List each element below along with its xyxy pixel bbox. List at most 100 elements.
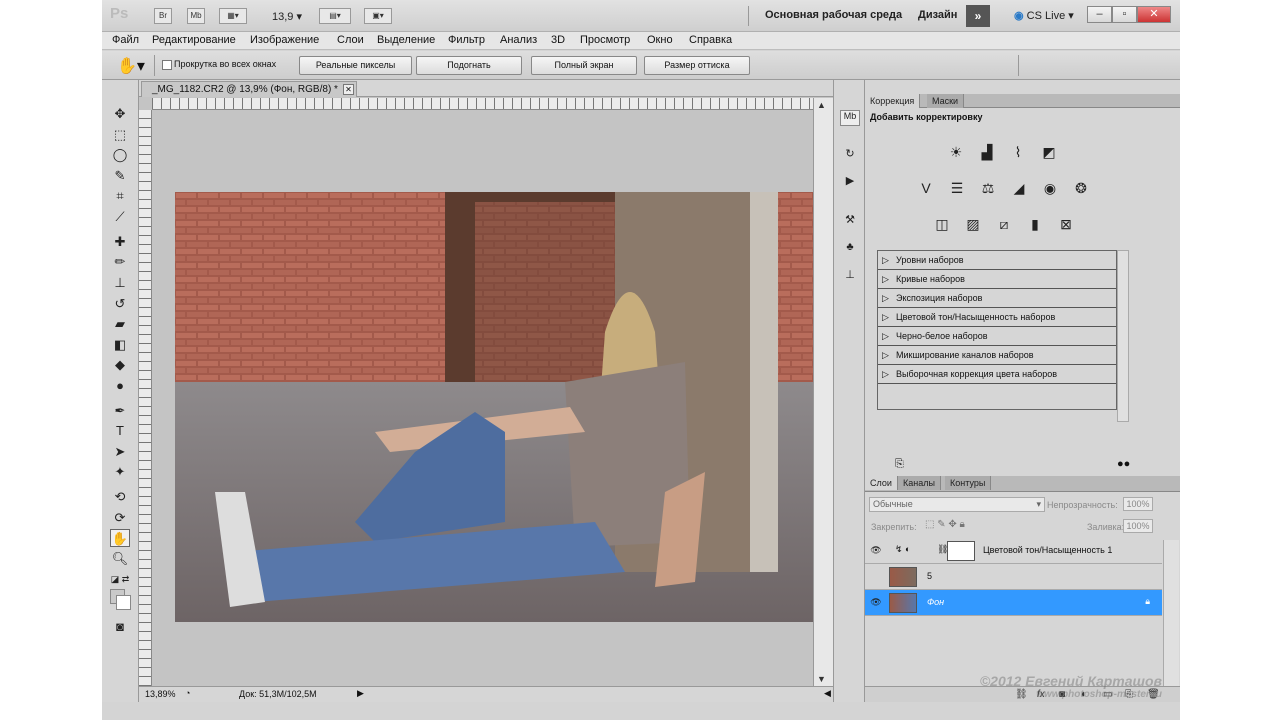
fill-screen-button[interactable]: Полный экран — [531, 56, 637, 75]
opacity-field[interactable]: 100% — [1123, 497, 1153, 511]
menu-file[interactable]: Файл — [112, 34, 139, 46]
scroll-up-icon[interactable]: ▲ — [817, 100, 826, 110]
background-color-swatch[interactable] — [116, 595, 131, 610]
history-brush-tool-icon[interactable]: ↺ — [110, 295, 130, 313]
layer-row-5[interactable]: 5 — [865, 564, 1162, 590]
lock-icons[interactable]: ⬚ ✎ ✥ 🔒︎ — [925, 519, 965, 530]
tab-layers[interactable]: Слои — [865, 476, 898, 490]
history-icon[interactable]: ↻ — [840, 147, 860, 163]
preset-channel-mixer[interactable]: Микширование каналов наборов — [878, 346, 1116, 365]
fill-field[interactable]: 100% — [1123, 519, 1153, 533]
menu-select[interactable]: Выделение — [377, 34, 435, 46]
tool-presets-icon[interactable]: ⚒ — [840, 213, 860, 229]
tab-channels[interactable]: Каналы — [898, 476, 941, 490]
scroll-all-windows-checkbox[interactable] — [162, 60, 172, 70]
minibridge-button[interactable]: Mb — [187, 8, 205, 24]
zoom-level[interactable]: 13,9 ▾ — [272, 10, 302, 23]
pen-tool-icon[interactable]: ✒ — [110, 402, 130, 420]
gradient-tool-icon[interactable]: ◧ — [110, 336, 130, 354]
scroll-down-icon[interactable]: ▼ — [817, 674, 826, 684]
path-selection-tool-icon[interactable]: ➤ — [110, 443, 130, 461]
fit-screen-button[interactable]: Подогнать — [416, 56, 522, 75]
type-tool-icon[interactable]: T — [110, 422, 130, 440]
close-document-icon[interactable]: ✕ — [342, 84, 354, 95]
shape-tool-icon[interactable]: ✦ — [110, 463, 130, 481]
gradient-map-icon[interactable]: ▮ — [1024, 214, 1046, 234]
preset-selective-color[interactable]: Выборочная коррекция цвета наборов — [878, 365, 1116, 384]
blur-tool-icon[interactable]: ◆ — [110, 356, 130, 374]
posterize-icon[interactable]: ▨ — [962, 214, 984, 234]
lasso-tool-icon[interactable]: ◯ — [110, 146, 130, 164]
vibrance-icon[interactable]: V — [915, 178, 937, 198]
minimize-button[interactable]: – — [1087, 6, 1112, 23]
hand-tool-preset-icon[interactable]: ✋▾ — [117, 56, 145, 76]
minibridge-icon[interactable]: Mb — [840, 110, 860, 126]
close-button[interactable]: ✕ — [1137, 6, 1171, 23]
swap-colors-icon[interactable]: ◪ ⇄ — [110, 570, 130, 588]
eraser-tool-icon[interactable]: ▰ — [110, 315, 130, 333]
document-tab[interactable]: _MG_1182.CR2 @ 13,9% (Фон, RGB/8) * ✕ — [141, 81, 357, 97]
status-menu-icon[interactable]: ▶ — [357, 688, 364, 699]
3d-rotate-tool-icon[interactable]: ⟲ — [110, 488, 130, 506]
menu-view[interactable]: Просмотр — [580, 34, 630, 46]
hue-saturation-icon[interactable]: ☰ — [946, 178, 968, 198]
levels-icon[interactable]: ▟ — [976, 142, 998, 162]
scroll-left-icon[interactable]: ◀ — [824, 688, 831, 699]
3d-orbit-tool-icon[interactable]: ⟳ — [110, 509, 130, 527]
view-extras-icon[interactable]: ▦▾ — [219, 8, 247, 24]
brush-tool-icon[interactable]: ✏ — [110, 253, 130, 271]
layers-scrollbar[interactable] — [1163, 540, 1179, 700]
status-zoom[interactable]: 13,89% — [145, 689, 176, 699]
menu-3d[interactable]: 3D — [551, 34, 565, 46]
eye-icon[interactable]: 👁︎ — [870, 545, 882, 555]
channel-mixer-icon[interactable]: ❂ — [1070, 178, 1092, 198]
preset-exposure[interactable]: Экспозиция наборов — [878, 289, 1116, 308]
brush-presets-icon[interactable]: ♣ — [840, 241, 860, 257]
presets-scrollbar[interactable] — [1117, 250, 1129, 422]
menu-layers[interactable]: Слои — [337, 34, 364, 46]
menu-analysis[interactable]: Анализ — [500, 34, 537, 46]
move-tool-icon[interactable]: ✥ — [110, 105, 130, 123]
hand-tool-icon[interactable]: ✋ — [110, 529, 130, 547]
menu-filter[interactable]: Фильтр — [448, 34, 485, 46]
print-size-button[interactable]: Размер оттиска — [644, 56, 750, 75]
tab-adjustments[interactable]: Коррекция — [865, 94, 921, 108]
tab-paths[interactable]: Контуры — [945, 476, 992, 490]
threshold-icon[interactable]: ⧄ — [993, 214, 1015, 234]
preset-curves[interactable]: Кривые наборов — [878, 270, 1116, 289]
eyedropper-tool-icon[interactable]: ⟋ — [110, 208, 130, 226]
menu-help[interactable]: Справка — [689, 34, 732, 46]
preset-levels[interactable]: Уровни наборов — [878, 251, 1116, 270]
preset-black-white[interactable]: Черно-белое наборов — [878, 327, 1116, 346]
workspace-design[interactable]: Дизайн — [918, 9, 957, 21]
menu-image[interactable]: Изображение — [250, 34, 319, 46]
exposure-icon[interactable]: ◩ — [1038, 142, 1060, 162]
menu-window[interactable]: Окно — [647, 34, 673, 46]
black-white-icon[interactable]: ◢ — [1008, 178, 1030, 198]
adjustment-options-icon[interactable]: ●● — [1117, 458, 1130, 470]
screen-mode-icon[interactable]: ▣▾ — [364, 8, 392, 24]
eye-hidden-icon[interactable] — [870, 571, 882, 581]
layer-mask-thumbnail[interactable] — [947, 541, 975, 561]
more-workspaces-button[interactable]: » — [966, 5, 990, 27]
zoom-tool-icon[interactable]: 🔍︎ — [110, 550, 130, 568]
quick-selection-tool-icon[interactable]: ✎ — [110, 167, 130, 185]
crop-tool-icon[interactable]: ⌗ — [110, 187, 130, 205]
maximize-button[interactable]: ▫ — [1112, 6, 1137, 23]
marquee-tool-icon[interactable]: ⬚ — [110, 126, 130, 144]
preset-hue-saturation[interactable]: Цветовой тон/Насыщенность наборов — [878, 308, 1116, 327]
layer-row-hue-saturation[interactable]: 👁︎ ↯ ◐ ⛓︎ Цветовой тон/Насыщенность 1 — [865, 538, 1162, 564]
layer-row-background[interactable]: 👁︎ Фон 🔒︎ — [865, 590, 1162, 616]
cs-live-button[interactable]: ◉ CS Live ▾ — [1014, 9, 1074, 22]
quick-mask-icon[interactable]: ◙ — [110, 618, 130, 636]
spot-healing-tool-icon[interactable]: ✚ — [110, 233, 130, 251]
color-balance-icon[interactable]: ⚖ — [977, 178, 999, 198]
canvas[interactable] — [152, 110, 822, 686]
actual-pixels-button[interactable]: Реальные пикселы — [299, 56, 412, 75]
actions-icon[interactable]: ▶ — [840, 174, 860, 190]
eye-icon[interactable]: 👁︎ — [870, 597, 882, 607]
selective-color-icon[interactable]: ⊠ — [1055, 214, 1077, 234]
blend-mode-select[interactable]: Обычные ▾ — [869, 497, 1045, 512]
dodge-tool-icon[interactable]: ● — [110, 377, 130, 395]
workspace-essentials[interactable]: Основная рабочая среда — [765, 9, 902, 21]
